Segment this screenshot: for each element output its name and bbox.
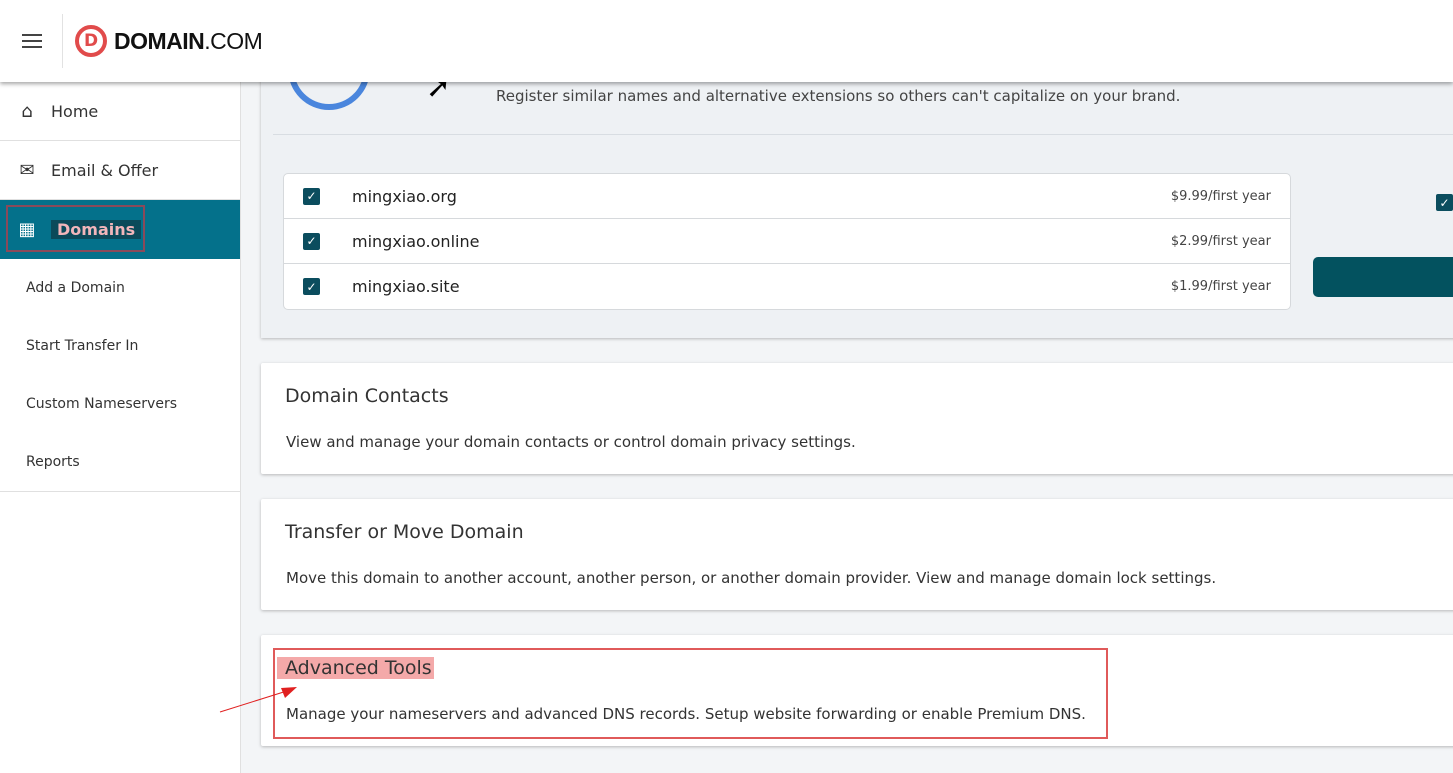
sidebar-subitem-custom-nameservers[interactable]: Custom Nameservers [0,375,240,433]
domain-contacts-card[interactable]: Domain Contacts View and manage your dom… [261,363,1453,474]
top-bar: D DOMAIN.COM [0,0,1453,82]
annotation-arrow [219,687,297,713]
card-description: Manage your nameservers and advanced DNS… [286,705,1086,723]
advanced-tools-card[interactable]: Advanced Tools Manage your nameservers a… [261,635,1453,746]
checkbox[interactable]: ✓ [303,232,320,250]
list-item: ✓ mingxiao.site $1.99/first year [284,264,1290,309]
sidebar-subitem-add-domain[interactable]: Add a Domain [0,259,240,317]
logo-text: DOMAIN.COM [114,27,263,54]
card-title: Advanced Tools [277,657,434,679]
transfer-domain-card[interactable]: Transfer or Move Domain Move this domain… [261,499,1453,610]
card-title: Transfer or Move Domain [285,521,524,543]
add-domains-button[interactable] [1313,257,1453,297]
sidebar-subitem-start-transfer[interactable]: Start Transfer In [0,317,240,375]
card-title: Domain Contacts [285,385,449,407]
list-item: ✓ mingxiao.org $9.99/first year [284,174,1290,219]
sidebar: ⌂ Home ✉ Email & Offer ▦ Domains Add a Doma… [0,82,241,773]
mail-icon: ✉ [19,159,35,181]
sidebar-subitem-reports[interactable]: Reports [0,433,240,491]
checkbox[interactable]: ✓ [303,278,320,295]
divider [62,14,63,68]
sidebar-item-domains[interactable]: ▦ Domains [0,200,240,259]
card-description: View and manage your domain contacts or … [286,433,856,451]
sidebar-item-home[interactable]: ⌂ Home [0,82,240,141]
select-all-checkbox[interactable]: ✓ [1436,194,1453,211]
domain-suggestion-list: ✓ mingxiao.org $9.99/first year ✓ mingxiao.… [283,173,1291,310]
upsell-description: Register similar names and alternative e… [496,87,1181,105]
list-item: ✓ mingxiao.online $2.99/first year [284,219,1290,264]
protect-brand-card: ➚ Register similar names and alternative… [261,50,1453,338]
checkbox[interactable]: ✓ [303,187,320,205]
logo[interactable]: D DOMAIN.COM [75,25,263,57]
sidebar-item-email-offer[interactable]: ✉ Email & Offer [0,141,240,200]
menu-icon[interactable] [22,34,42,48]
home-icon: ⌂ [21,100,33,122]
logo-mark: D [75,25,107,57]
card-description: Move this domain to another account, ano… [286,569,1217,587]
